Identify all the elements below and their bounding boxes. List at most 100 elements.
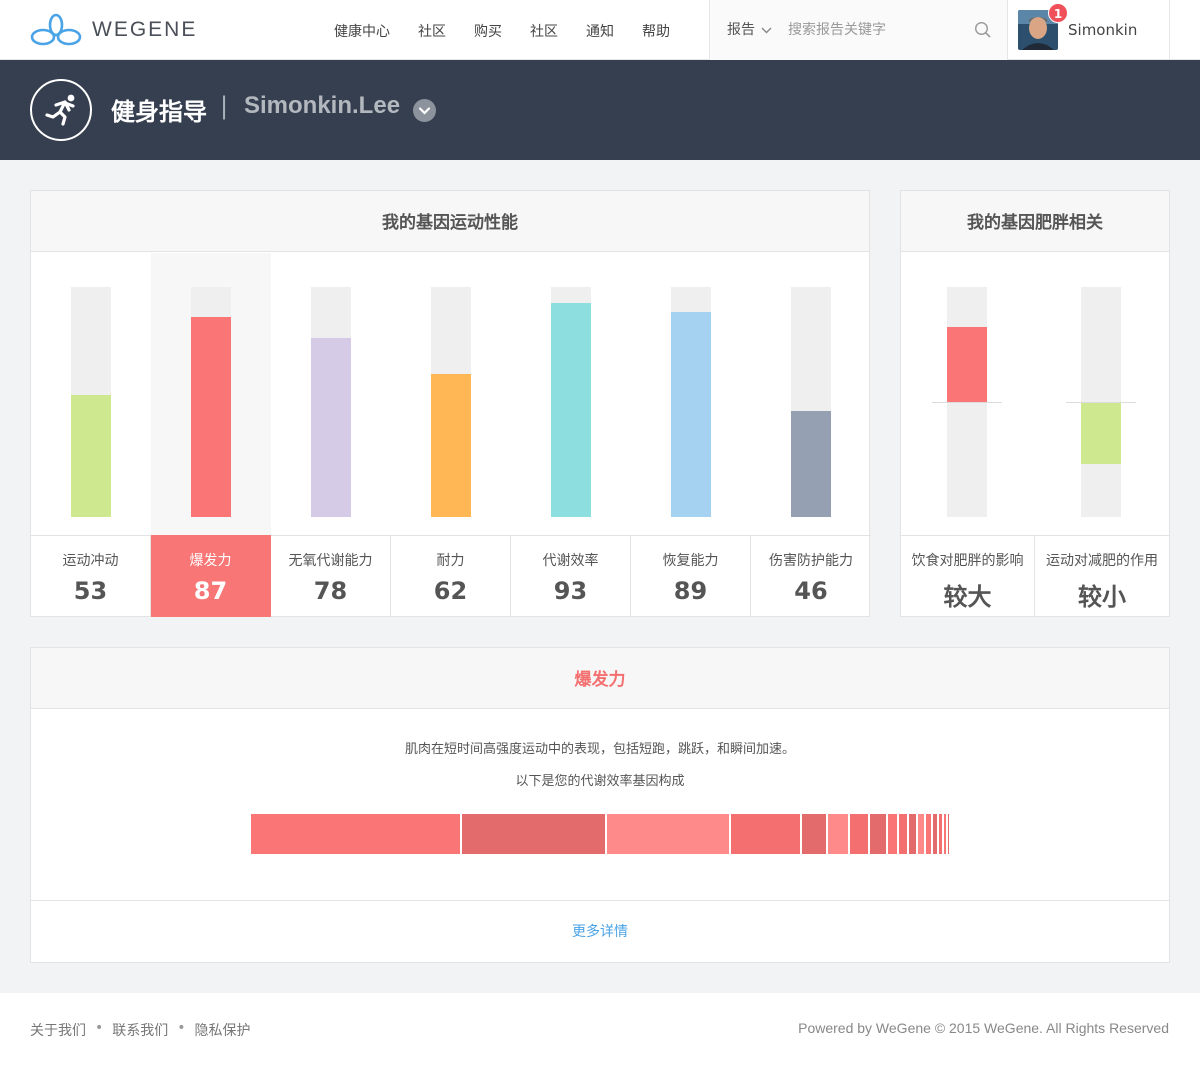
runner-icon: [45, 94, 75, 126]
performance-item-score: 93: [553, 577, 588, 605]
obesity-title: 我的基因肥胖相关: [901, 191, 1169, 252]
score-bar-fill: [431, 374, 471, 517]
brand-name: WEGENE: [92, 18, 198, 41]
footer: 关于我们 • 联系我们 • 隐私保护 Powered by WeGene © 2…: [0, 993, 1200, 1066]
score-bar-fill: [311, 338, 351, 517]
performance-item[interactable]: 恢复能力 89: [631, 253, 751, 617]
gene-segment[interactable]: [926, 814, 934, 854]
performance-item-footer: 无氧代谢能力 78: [271, 535, 391, 617]
notification-badge: 1: [1048, 3, 1068, 23]
performance-item-label: 耐力: [436, 553, 465, 569]
gene-segment[interactable]: [731, 814, 802, 854]
chevron-down-icon: [761, 27, 772, 33]
footer-link-contact[interactable]: 联系我们: [112, 1020, 168, 1040]
more-details-link[interactable]: 更多详情: [31, 900, 1169, 962]
footer-link-about[interactable]: 关于我们: [30, 1020, 86, 1040]
score-bar-fill: [671, 312, 711, 517]
nav-buy[interactable]: 购买: [460, 0, 516, 60]
performance-item-label: 无氧代谢能力: [288, 553, 373, 569]
wegene-logo-icon: [30, 13, 82, 46]
performance-item[interactable]: 伤害防护能力 46: [751, 253, 871, 617]
performance-item-score: 78: [313, 577, 348, 605]
gene-segment[interactable]: [947, 814, 951, 854]
avatar[interactable]: 1: [1018, 3, 1068, 50]
nav-community-2[interactable]: 社区: [516, 0, 572, 60]
title-separator: |: [220, 92, 229, 120]
performance-item-footer: 代谢效率 93: [511, 535, 631, 617]
performance-item-score: 46: [794, 577, 828, 605]
search-icon[interactable]: [974, 21, 992, 39]
logo[interactable]: WEGENE: [30, 13, 197, 47]
score-bar-fill: [71, 395, 111, 517]
score-bar-track: [71, 287, 111, 517]
score-bar-fill: [551, 303, 591, 517]
profile-name[interactable]: Simonkin.Lee: [244, 92, 400, 120]
performance-item-label: 爆发力: [189, 553, 232, 569]
gene-segment[interactable]: [801, 814, 829, 854]
nav-notifications[interactable]: 通知: [572, 0, 628, 60]
detail-title: 爆发力: [31, 648, 1169, 709]
performance-item-score: 89: [673, 577, 708, 605]
performance-item-footer: 爆发力 87: [151, 535, 271, 617]
nav-community[interactable]: 社区: [404, 0, 460, 60]
user-menu[interactable]: 1 Simonkin: [1008, 0, 1170, 60]
score-bar-fill: [191, 317, 231, 517]
gene-segment[interactable]: [869, 814, 888, 854]
obesity-item-result: 较小: [1078, 583, 1126, 611]
performance-card: 我的基因运动性能 运动冲动 53 爆发力 87 无氧代谢能力 78 耐力 62 代谢效率 93 恢复…: [30, 190, 871, 617]
performance-item[interactable]: 代谢效率 93: [511, 253, 631, 617]
page-banner: 健身指导 | Simonkin.Lee: [0, 60, 1200, 160]
performance-item[interactable]: 耐力 62: [391, 253, 511, 617]
performance-item-label: 伤害防护能力: [769, 553, 853, 569]
gene-segment[interactable]: [251, 814, 462, 854]
detail-subtitle: 以下是您的代谢效率基因构成: [515, 774, 685, 789]
fitness-icon: [30, 79, 92, 141]
performance-item-footer: 耐力 62: [391, 535, 511, 617]
copyright: Powered by WeGene © 2015 WeGene. All Rig…: [798, 1020, 1169, 1036]
score-bar-track: [791, 287, 831, 517]
score-bar-track: [431, 287, 471, 517]
detail-card: 爆发力 肌肉在短时间高强度运动中的表现，包括短跑，跳跃，和瞬间加速。 以下是您的…: [30, 647, 1170, 963]
score-bar-track: [311, 287, 351, 517]
obesity-item[interactable]: 饮食对肥胖的影响较大: [901, 253, 1035, 617]
nav-help[interactable]: 帮助: [628, 0, 684, 60]
footer-links: 关于我们 • 联系我们 • 隐私保护: [30, 1020, 251, 1040]
footer-link-privacy[interactable]: 隐私保护: [195, 1020, 251, 1040]
performance-item-score: 53: [73, 577, 108, 605]
gene-segment[interactable]: [898, 814, 910, 854]
footer-separator: •: [95, 1020, 104, 1036]
obesity-item-footer: 饮食对肥胖的影响较大: [901, 535, 1035, 617]
footer-separator: •: [177, 1020, 186, 1036]
gene-segment[interactable]: [918, 814, 927, 854]
score-bar-track: [671, 287, 711, 517]
performance-item-score: 87: [193, 577, 228, 605]
performance-item[interactable]: 无氧代谢能力 78: [271, 253, 391, 617]
performance-item-footer: 伤害防护能力 46: [751, 535, 871, 617]
performance-item-label: 代谢效率: [542, 553, 599, 569]
performance-item-footer: 运动冲动 53: [31, 535, 151, 617]
obesity-item-label: 饮食对肥胖的影响: [911, 553, 1024, 569]
search-scope-dropdown[interactable]: 报告: [727, 0, 772, 60]
baseline-line: [932, 402, 1002, 403]
search-input[interactable]: [788, 18, 968, 42]
obesity-item[interactable]: 运动对减肥的作用较小: [1035, 253, 1169, 617]
gene-segment[interactable]: [909, 814, 919, 854]
performance-item[interactable]: 运动冲动 53: [31, 253, 151, 617]
gene-composition-bar: [251, 814, 951, 854]
performance-item[interactable]: 爆发力 87: [151, 253, 271, 617]
nav-health-center[interactable]: 健康中心: [320, 0, 404, 60]
performance-item-score: 62: [433, 577, 468, 605]
obesity-item-result: 较大: [943, 583, 992, 611]
gene-segment[interactable]: [828, 814, 851, 854]
page-title: 健身指导: [111, 98, 207, 126]
score-bar-track: [191, 287, 231, 517]
gene-segment[interactable]: [887, 814, 899, 854]
main-nav: 健康中心 社区 购买 社区 通知 帮助: [320, 0, 684, 60]
gene-segment[interactable]: [461, 814, 607, 854]
gene-segment[interactable]: [606, 814, 732, 854]
chevron-down-icon: [418, 107, 431, 115]
obesity-item-label: 运动对减肥的作用: [1046, 553, 1158, 569]
gene-segment[interactable]: [850, 814, 870, 854]
profile-dropdown-button[interactable]: [413, 99, 436, 122]
detail-description: 肌肉在短时间高强度运动中的表现，包括短跑，跳跃，和瞬间加速。: [404, 742, 795, 757]
